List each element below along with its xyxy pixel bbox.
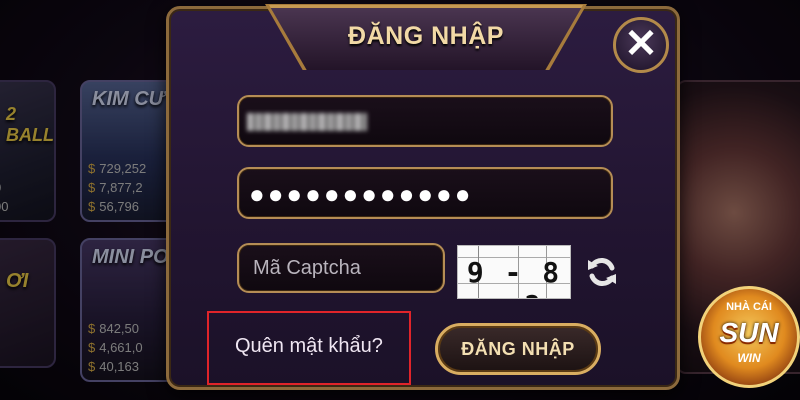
captcha-challenge: 9 - 8 = ?: [466, 256, 562, 298]
login-button-label: ĐĂNG NHẬP: [461, 338, 575, 359]
captcha-input[interactable]: Mã Captcha: [237, 243, 445, 293]
sunwin-logo: NHÀ CÁI SUN WIN: [698, 286, 800, 388]
login-dialog: ĐĂNG NHẬP ✕ ●●●●●●●●●●●● Mã Captcha 9 - …: [166, 4, 680, 390]
logo-sub: WIN: [737, 351, 761, 365]
refresh-captcha-button[interactable]: [583, 253, 621, 291]
login-button[interactable]: ĐĂNG NHẬP: [435, 323, 601, 375]
captcha-image: 9 - 8 = ?: [457, 245, 571, 299]
username-field[interactable]: [237, 95, 613, 147]
captcha-placeholder: Mã Captcha: [253, 257, 361, 279]
close-button[interactable]: ✕: [613, 17, 669, 73]
password-masked-value: ●●●●●●●●●●●●: [249, 179, 474, 209]
refresh-icon: [588, 258, 616, 286]
dialog-title: ĐĂNG NHẬP: [348, 22, 504, 50]
close-icon: ✕: [624, 21, 658, 66]
forgot-password-link[interactable]: Quên mật khẩu?: [235, 335, 383, 358]
password-field[interactable]: ●●●●●●●●●●●●: [237, 167, 613, 219]
logo-tagline: NHÀ CÁI: [726, 301, 772, 313]
logo-brand: SUN: [719, 317, 779, 348]
dialog-header: ĐĂNG NHẬP: [269, 5, 583, 70]
username-value-obscured: [247, 113, 367, 131]
